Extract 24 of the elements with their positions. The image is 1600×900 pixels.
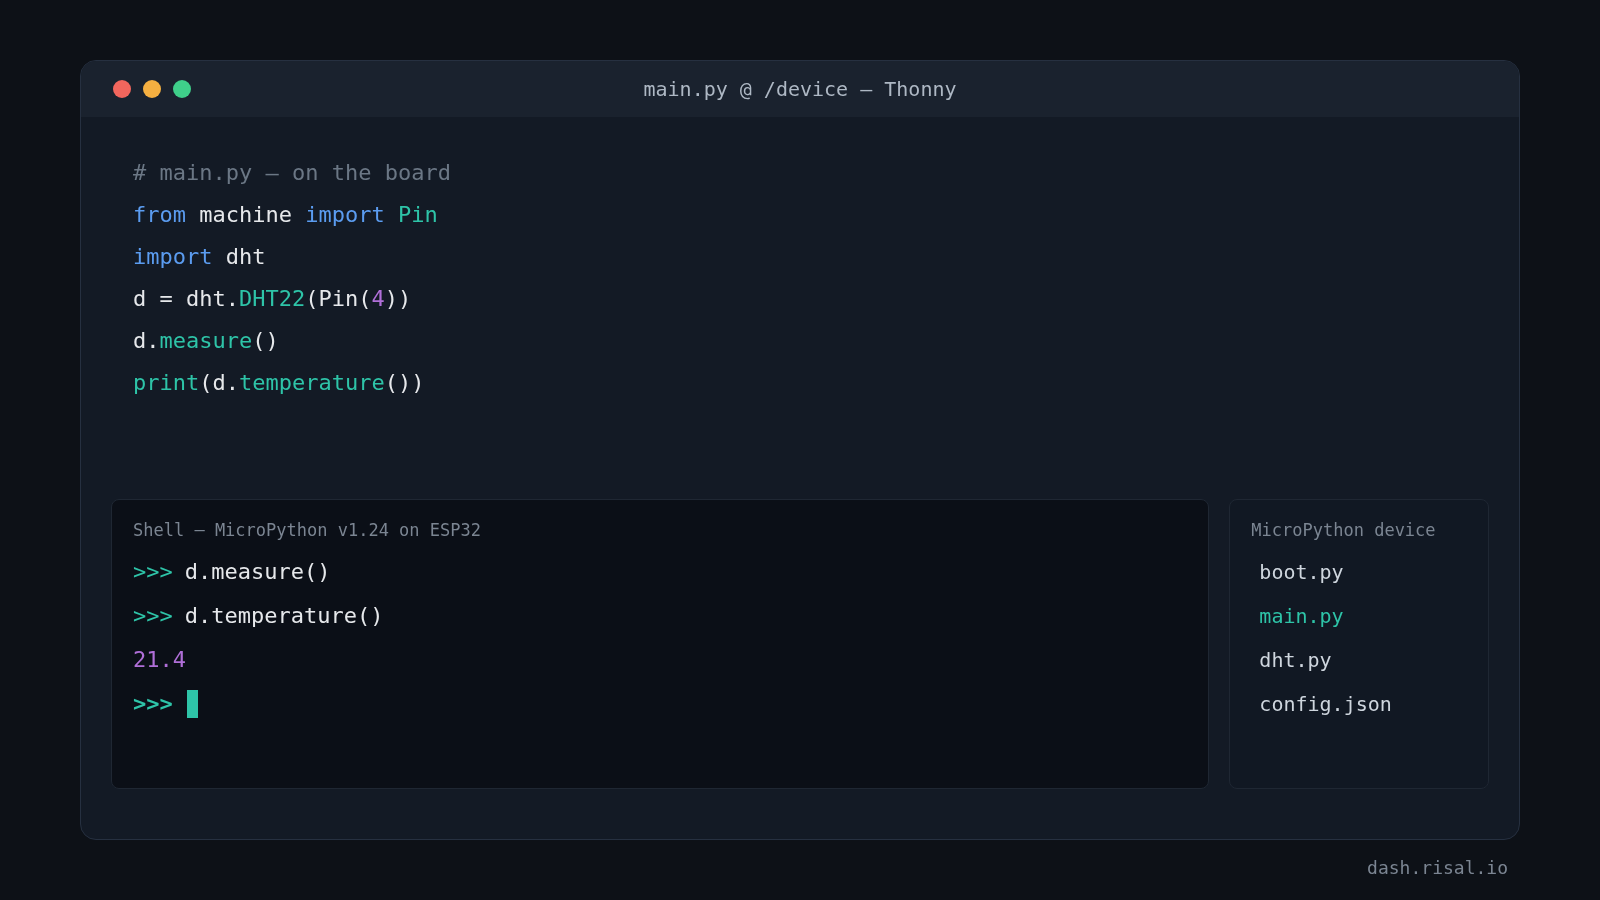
panel-title: Shell — MicroPython v1.24 on ESP32 — [133, 519, 482, 542]
file-item[interactable]: config.json — [1251, 682, 1392, 726]
code-line: d.measure() — [133, 327, 280, 355]
panel-title: MicroPython device — [1251, 519, 1437, 542]
minimize-button[interactable] — [143, 80, 161, 98]
shell-output: 21.4 — [133, 646, 186, 674]
code-line: from machine import Pin — [133, 201, 439, 229]
close-button[interactable] — [113, 80, 131, 98]
prompt: >>> — [133, 602, 173, 630]
file-item[interactable]: dht.py — [1251, 638, 1332, 682]
prompt: >>> — [133, 558, 173, 586]
file-item[interactable]: main.py — [1251, 594, 1344, 638]
code-line: d = dht.DHT22(Pin(4)) — [133, 285, 413, 313]
code-line: import dht — [133, 243, 267, 271]
prompt: >>> — [133, 690, 173, 718]
code-line: print(d.temperature()) — [133, 369, 426, 397]
code-line: # main.py — on the board — [133, 159, 452, 187]
file-item[interactable]: boot.py — [1251, 550, 1344, 594]
command-text: d.measure() — [184, 558, 331, 586]
text-cursor — [186, 690, 198, 718]
window-title: main.py @ /device — Thonny — [643, 76, 957, 103]
footer-text: dash.risal.io — [1367, 856, 1508, 880]
maximize-button[interactable] — [173, 80, 191, 98]
command-text: d.temperature() — [184, 602, 384, 630]
